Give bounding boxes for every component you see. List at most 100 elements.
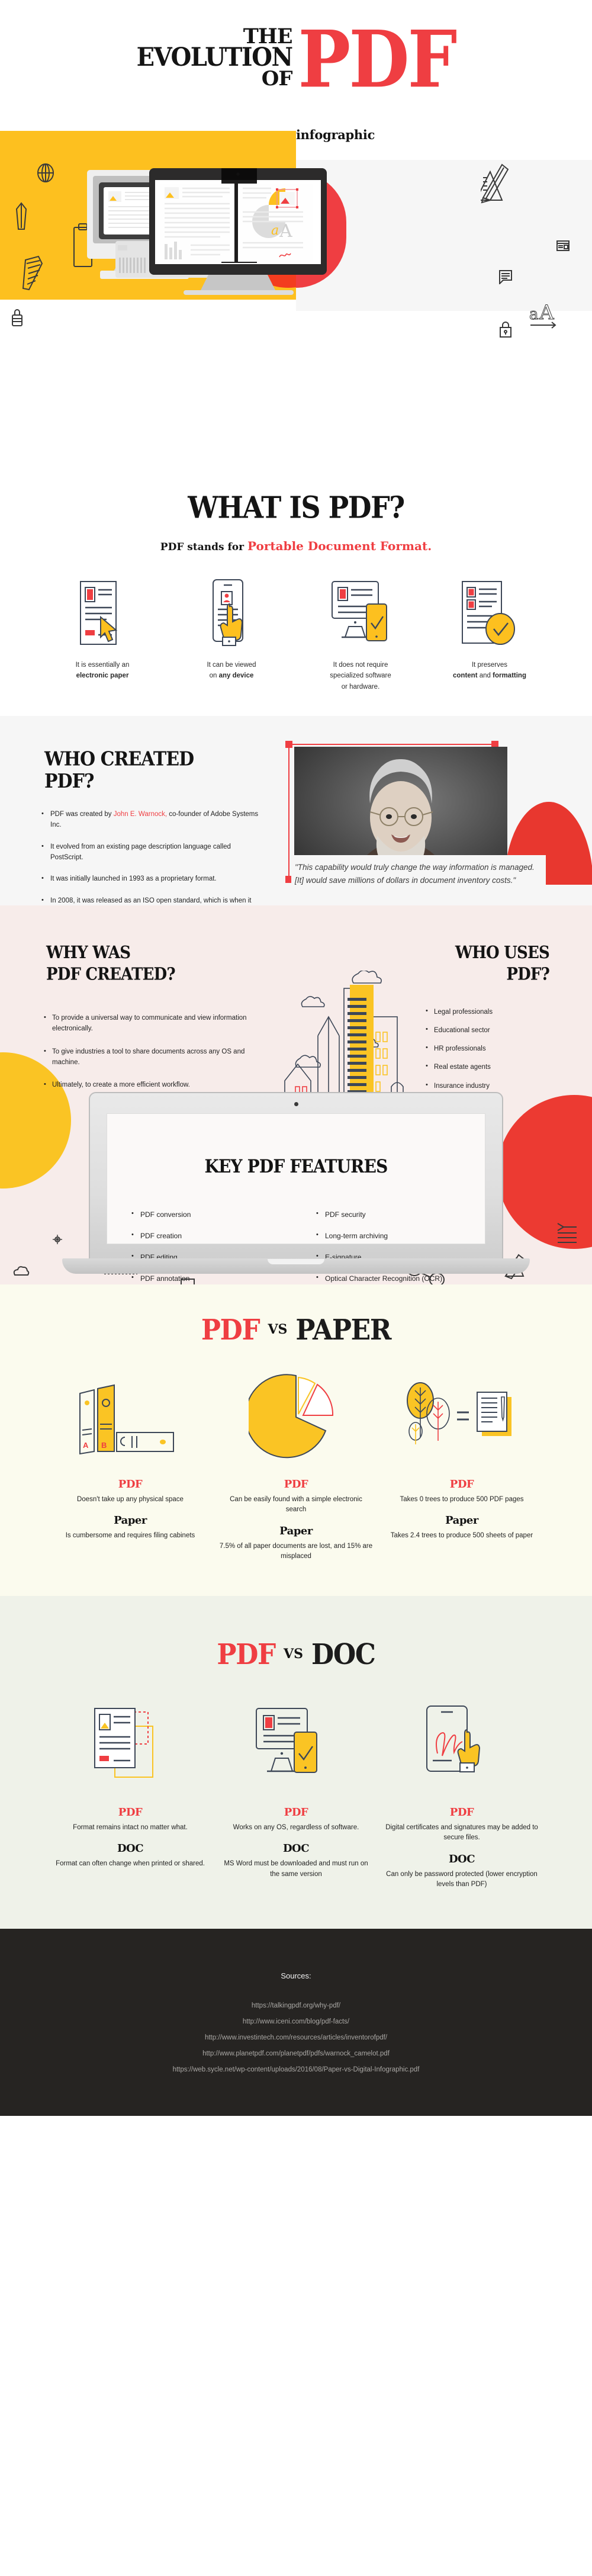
list-item: Optical Character Recognition (OCR) [314, 1273, 462, 1284]
what-is-pdf-subheading: PDF stands for Portable Document Format. [0, 539, 592, 553]
list-item: It evolved from an existing page descrip… [40, 841, 265, 863]
list-item: PDF conversion [130, 1209, 278, 1220]
comparison-pdf-text: Doesn't take up any physical space [77, 1496, 184, 1504]
caption-bold-2: formatting [493, 672, 526, 680]
pdf-stands-for-text: PDF stands for [160, 541, 248, 553]
john-warnock-link[interactable]: John E. Warnock, [114, 811, 167, 818]
heading-vs: VS [284, 1646, 303, 1662]
what-card-caption: It does not require specialized software… [304, 660, 417, 692]
lock-icon [12, 309, 22, 326]
list-item: Long-term archiving [314, 1230, 462, 1241]
list-item: HR professionals [425, 1043, 561, 1053]
laptop-illustration: KEY PDF FEATURES PDF conversion PDF crea… [62, 1092, 530, 1283]
comparison-pdf-label: PDF [284, 1806, 308, 1819]
why-created-heading: WHY WAS PDF CREATED? [46, 943, 242, 985]
list-item: In 2008, it was released as an ISO open … [40, 895, 265, 905]
list-item: Insurance industry [425, 1081, 561, 1091]
laptop-notch [268, 1259, 324, 1265]
what-card-caption: It preserves content and formatting [433, 660, 546, 682]
what-card: It can be viewed on any device [175, 578, 288, 692]
list-item: Educational sector [425, 1025, 561, 1035]
pie-chart-icon [219, 1373, 373, 1462]
bullet-pre: PDF was created by [50, 811, 114, 818]
crop-line-top [285, 744, 498, 745]
list-item: To give industries a tool to share docum… [43, 1046, 250, 1068]
heading-pdf: PDF [217, 1639, 276, 1672]
comparison-other-label: DOC [282, 1842, 310, 1855]
source-link[interactable]: https://talkingpdf.org/why-pdf/ [0, 1998, 592, 2014]
why-heading-line-2: PDF CREATED? [46, 964, 176, 984]
mobile-touch-icon [175, 578, 288, 647]
heading-doc: DOC [311, 1639, 376, 1672]
source-link[interactable]: http://www.planetpdf.com/planetpdf/pdfs/… [0, 2046, 592, 2062]
what-is-pdf-heading: WHAT IS PDF? [188, 490, 405, 525]
portable-document-format-text: Portable Document Format. [247, 539, 432, 553]
browser-window-icon [556, 240, 570, 251]
sources-title: Sources: [281, 1971, 311, 1981]
sources-footer: Sources: https://talkingpdf.org/why-pdf/… [0, 1929, 592, 2116]
who-uses-line-2: PDF? [506, 964, 549, 984]
comparison-other-label: DOC [117, 1842, 144, 1855]
svg-text:A: A [83, 1441, 89, 1450]
list-item: PDF security [314, 1209, 462, 1220]
comparison-pdf-label: PDF [449, 1478, 474, 1491]
comparison-other-label: Paper [279, 1524, 313, 1537]
binders-icon: A B [53, 1373, 207, 1462]
pdf-vs-paper-section: PDF VS PAPER A B PDF Doesn't take up any… [0, 1284, 592, 1597]
who-created-heading: WHO CREATED PDF? [44, 748, 194, 794]
heading-pdf: PDF [201, 1314, 260, 1347]
why-created-bullets: To provide a universal way to communicat… [43, 1013, 250, 1103]
comparison-other-text: MS Word must be downloaded and must run … [224, 1860, 368, 1878]
list-item: PDF creation [130, 1230, 278, 1241]
comparison-pdf-label: PDF [284, 1478, 308, 1491]
gear-icon [53, 1235, 62, 1245]
globe-icon [37, 163, 54, 182]
trees-equals-pages-icon [385, 1373, 539, 1462]
ruler-pencil-icon [481, 163, 509, 204]
svg-text:B: B [101, 1441, 107, 1450]
who-created-bullets: PDF was created by John E. Warnock, co-f… [40, 809, 265, 905]
stack-lines-icon [22, 255, 43, 291]
comparison-other-text: 7.5% of all paper documents are lost, an… [219, 1542, 373, 1560]
what-is-pdf-cards: It is essentially an electronic paper It… [0, 578, 592, 692]
mobile-signature-icon [385, 1701, 539, 1790]
caption-bold-1: content [453, 672, 478, 680]
comparison-pdf-text: Can be easily found with a simple electr… [230, 1496, 362, 1514]
list-item: To provide a universal way to communicat… [43, 1013, 250, 1035]
what-card: It is essentially an electronic paper [46, 578, 159, 692]
source-link[interactable]: http://www.iceni.com/blog/pdf-facts/ [0, 2014, 592, 2030]
modern-monitor-illustration: a A [149, 168, 327, 295]
caption-line-3: or hardware. [341, 683, 380, 690]
decorative-red-circle [497, 1095, 592, 1250]
pdf-vs-doc-heading: PDF VS DOC [0, 1639, 592, 1672]
hero-title-pdf: PDF [298, 13, 458, 105]
comparison-other-label: Paper [114, 1514, 147, 1527]
caption-bold-2: any device [218, 672, 254, 680]
what-card: It preserves content and formatting [433, 578, 546, 692]
pdf-vs-paper-heading: PDF VS PAPER [0, 1314, 592, 1347]
source-link[interactable]: https://web.sycle.net/wp-content/uploads… [0, 2062, 592, 2078]
caption-line-2: specialized software [330, 672, 391, 680]
comparison-column: A B PDF Doesn't take up any physical spa… [53, 1373, 207, 1562]
list-item: Legal professionals [425, 1007, 561, 1017]
svg-text:a: a [271, 223, 279, 238]
source-link[interactable]: http://www.investintech.com/resources/ar… [0, 2030, 592, 2046]
list-item: Real estate agents [425, 1062, 561, 1072]
comparison-pdf-label: PDF [118, 1806, 143, 1819]
key-features-heading: KEY PDF FEATURES [204, 1155, 388, 1177]
list-item: PDF annotation [130, 1273, 278, 1284]
cloud-icon [13, 1266, 30, 1276]
warnock-quote: "This capability would truly change the … [291, 855, 546, 888]
infographic-page: THE EVOLUTION OF PDF infographic a A a A… [0, 0, 592, 2116]
caption-line-1: It does not require [333, 661, 388, 669]
comparison-other-text: Can only be password protected (lower en… [386, 1870, 538, 1888]
comparison-column: PDF Works on any OS, regardless of softw… [219, 1701, 373, 1890]
caption-line-1: It can be viewed [207, 661, 256, 669]
hero-title-evolution: EVOLUTION [136, 42, 293, 73]
pencil-icon [15, 202, 27, 230]
comparison-pdf-text: Format remains intact no matter what. [73, 1824, 188, 1832]
what-card-caption: It is essentially an electronic paper [46, 660, 159, 682]
hero-title-left: THE EVOLUTION OF [137, 24, 298, 89]
hero-illustration: a A a A [0, 131, 592, 468]
document-resize-icon [53, 1701, 207, 1790]
